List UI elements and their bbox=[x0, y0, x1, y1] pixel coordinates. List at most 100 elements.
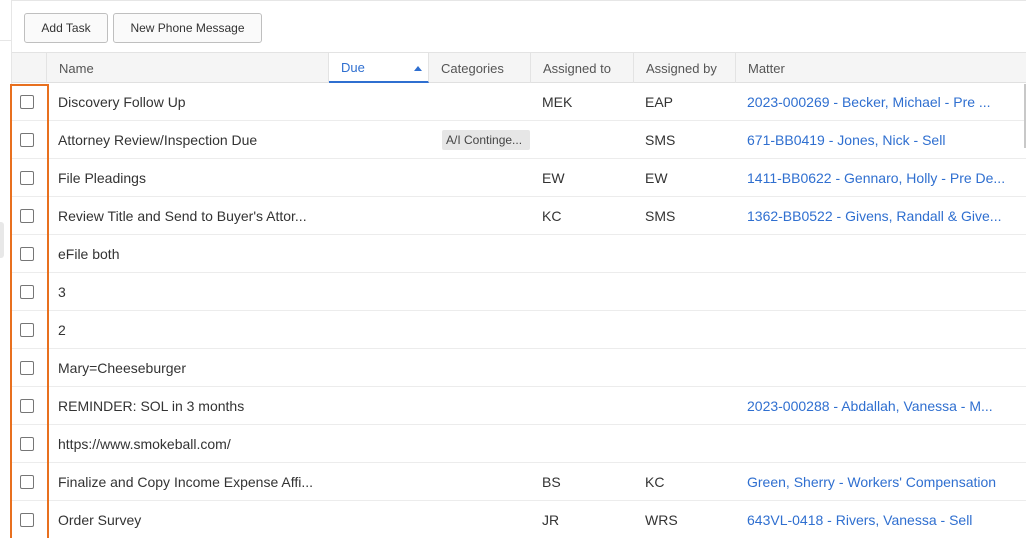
task-assigned-to: KC bbox=[542, 208, 562, 224]
table-header: Name Due Categories Assigned to Assigned… bbox=[12, 53, 1026, 83]
left-panel-collapse-handle[interactable] bbox=[0, 222, 4, 258]
task-category-cell bbox=[442, 349, 532, 387]
table-row[interactable]: Attorney Review/Inspection Due A/I Contin… bbox=[12, 121, 1026, 159]
table-row[interactable]: https://www.smokeball.com/ bbox=[12, 425, 1026, 463]
task-checkbox[interactable] bbox=[20, 513, 34, 527]
task-matter-link[interactable]: 643VL-0418 - Rivers, Vanessa - Sell bbox=[747, 501, 1019, 538]
table-row[interactable]: eFile both bbox=[12, 235, 1026, 273]
task-name[interactable]: https://www.smokeball.com/ bbox=[58, 425, 334, 463]
task-name[interactable]: Discovery Follow Up bbox=[58, 83, 334, 121]
task-checkbox[interactable] bbox=[20, 247, 34, 261]
header-categories[interactable]: Categories bbox=[429, 53, 531, 83]
task-category-cell: A/I Continge... bbox=[442, 121, 532, 159]
table-row[interactable]: Order Survey JR WRS 643VL-0418 - Rivers, Va… bbox=[12, 501, 1026, 538]
task-matter-link[interactable] bbox=[747, 311, 1019, 349]
task-matter-link[interactable]: 671-BB0419 - Jones, Nick - Sell bbox=[747, 121, 1019, 159]
task-category-cell bbox=[442, 273, 532, 311]
table-row[interactable]: Review Title and Send to Buyer's Attor..… bbox=[12, 197, 1026, 235]
task-matter-link[interactable]: 1411-BB0622 - Gennaro, Holly - Pre De... bbox=[747, 159, 1019, 197]
header-select-column bbox=[12, 53, 47, 83]
table-row[interactable]: REMINDER: SOL in 3 months 2023-000288 - A… bbox=[12, 387, 1026, 425]
header-due[interactable]: Due bbox=[329, 53, 429, 83]
task-assigned-to: MEK bbox=[542, 94, 573, 110]
header-assigned-by[interactable]: Assigned by bbox=[634, 53, 736, 83]
add-task-button[interactable]: Add Task bbox=[24, 13, 108, 43]
task-checkbox[interactable] bbox=[20, 171, 34, 185]
task-category-cell bbox=[442, 425, 532, 463]
header-name[interactable]: Name bbox=[47, 53, 329, 83]
task-toolbar: Add Task New Phone Message bbox=[12, 0, 1026, 53]
table-row[interactable]: Discovery Follow Up MEK EAP 2023-000269 - B… bbox=[12, 83, 1026, 121]
task-assigned-by: EAP bbox=[645, 94, 674, 110]
header-assigned-to[interactable]: Assigned to bbox=[531, 53, 634, 83]
task-checkbox[interactable] bbox=[20, 323, 34, 337]
task-name[interactable]: 2 bbox=[58, 311, 334, 349]
task-name[interactable]: Order Survey bbox=[58, 501, 334, 538]
task-name[interactable]: REMINDER: SOL in 3 months bbox=[58, 387, 334, 425]
task-checkbox[interactable] bbox=[20, 209, 34, 223]
task-name[interactable]: File Pleadings bbox=[58, 159, 334, 197]
task-matter-link[interactable] bbox=[747, 349, 1019, 387]
table-row[interactable]: 3 bbox=[12, 273, 1026, 311]
task-matter-link[interactable]: 2023-000269 - Becker, Michael - Pre ... bbox=[747, 83, 1019, 121]
task-matter-link[interactable]: 2023-000288 - Abdallah, Vanessa - M... bbox=[747, 387, 1019, 425]
task-name[interactable]: 3 bbox=[58, 273, 334, 311]
task-matter-link[interactable] bbox=[747, 425, 1019, 463]
table-row[interactable]: 2 bbox=[12, 311, 1026, 349]
task-name[interactable]: Finalize and Copy Income Expense Affi... bbox=[58, 463, 334, 501]
task-matter-link[interactable]: 1362-BB0522 - Givens, Randall & Give... bbox=[747, 197, 1019, 235]
header-categories-label: Categories bbox=[441, 60, 504, 76]
table-body: Discovery Follow Up MEK EAP 2023-000269 - B… bbox=[12, 83, 1026, 538]
table-row[interactable]: File Pleadings EW EW 1411-BB0622 - Gennaro,… bbox=[12, 159, 1026, 197]
category-chip: A/I Continge... bbox=[442, 130, 530, 150]
header-due-label: Due bbox=[341, 59, 365, 75]
task-category-cell bbox=[442, 311, 532, 349]
new-phone-message-button[interactable]: New Phone Message bbox=[113, 13, 262, 43]
task-name[interactable]: Review Title and Send to Buyer's Attor..… bbox=[58, 197, 334, 235]
task-category-cell bbox=[442, 463, 532, 501]
task-checkbox[interactable] bbox=[20, 95, 34, 109]
task-checkbox[interactable] bbox=[20, 133, 34, 147]
left-panel-divider bbox=[0, 40, 12, 41]
task-assigned-to bbox=[542, 387, 632, 425]
task-assigned-by: WRS bbox=[645, 512, 678, 528]
task-assigned-to bbox=[542, 273, 632, 311]
task-category-cell bbox=[442, 159, 532, 197]
task-assigned-by: SMS bbox=[645, 132, 676, 148]
task-checkbox[interactable] bbox=[20, 437, 34, 451]
header-matter-label: Matter bbox=[748, 60, 785, 76]
task-checkbox[interactable] bbox=[20, 285, 34, 299]
header-assigned-to-label: Assigned to bbox=[543, 60, 611, 76]
task-name[interactable]: Attorney Review/Inspection Due bbox=[58, 121, 334, 159]
task-checkbox[interactable] bbox=[20, 361, 34, 375]
task-assigned-by bbox=[645, 425, 735, 463]
task-checkbox[interactable] bbox=[20, 399, 34, 413]
task-assigned-by bbox=[645, 273, 735, 311]
task-name[interactable]: eFile both bbox=[58, 235, 334, 273]
task-table: Name Due Categories Assigned to Assigned… bbox=[12, 53, 1026, 538]
header-matter[interactable]: Matter bbox=[736, 53, 1026, 83]
task-name[interactable]: Mary=Cheeseburger bbox=[58, 349, 334, 387]
table-row[interactable]: Finalize and Copy Income Expense Affi...… bbox=[12, 463, 1026, 501]
task-checkbox[interactable] bbox=[20, 475, 34, 489]
task-matter-link[interactable]: Green, Sherry - Workers' Compensation bbox=[747, 463, 1019, 501]
task-category-cell bbox=[442, 197, 532, 235]
task-assigned-to bbox=[542, 349, 632, 387]
task-category-cell bbox=[442, 501, 532, 538]
table-row[interactable]: Mary=Cheeseburger bbox=[12, 349, 1026, 387]
task-assigned-to: JR bbox=[542, 512, 560, 528]
task-assigned-by bbox=[645, 235, 735, 273]
header-name-label: Name bbox=[59, 60, 94, 76]
header-assigned-by-label: Assigned by bbox=[646, 60, 717, 76]
sort-ascending-icon bbox=[414, 66, 422, 71]
task-matter-link[interactable] bbox=[747, 273, 1019, 311]
task-category-cell bbox=[442, 235, 532, 273]
task-assigned-to: BS bbox=[542, 474, 561, 490]
task-assigned-to bbox=[542, 121, 632, 159]
task-assigned-by: SMS bbox=[645, 208, 676, 224]
task-assigned-by bbox=[645, 387, 735, 425]
task-assigned-by: EW bbox=[645, 170, 668, 186]
task-matter-link[interactable] bbox=[747, 235, 1019, 273]
task-assigned-to bbox=[542, 235, 632, 273]
task-assigned-by: KC bbox=[645, 474, 665, 490]
